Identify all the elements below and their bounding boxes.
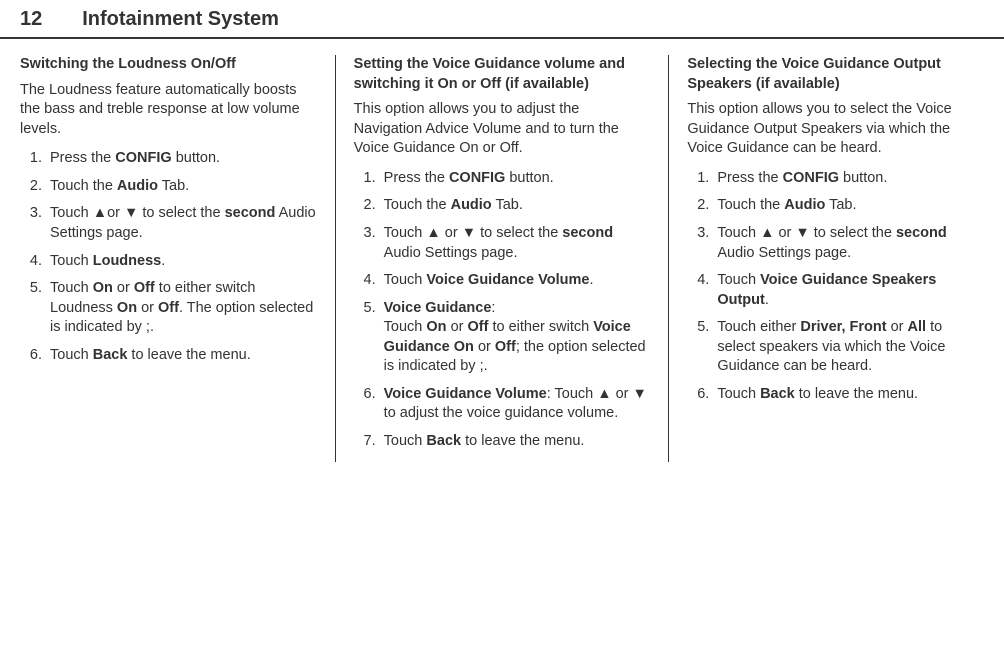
col1-step4: Touch Loudness. xyxy=(46,252,317,272)
col3-steps: Press the CONFIG button. Touch the Audio… xyxy=(687,169,984,405)
col1-step6: Touch Back to leave the menu. xyxy=(46,346,317,366)
col2-step1: Press the CONFIG button. xyxy=(380,169,651,189)
page-header: 12 Infotainment System xyxy=(0,0,1004,39)
col1-steps: Press the CONFIG button. Touch the Audio… xyxy=(20,149,317,365)
col1-step1: Press the CONFIG button. xyxy=(46,149,317,169)
col3-step5: Touch either Driver, Front or All to sel… xyxy=(713,318,984,377)
content: Switching the Loudness On/Off The Loudne… xyxy=(0,39,1004,482)
col3-intro: This option allows you to select the Voi… xyxy=(687,100,984,159)
col2-step6: Voice Guidance Volume: Touch ▲ or ▼ to a… xyxy=(380,385,651,424)
col3-step4: Touch Voice Guidance Speakers Output. xyxy=(713,271,984,310)
col2-intro: This option allows you to adjust the Nav… xyxy=(354,100,651,159)
col3-step2: Touch the Audio Tab. xyxy=(713,196,984,216)
col1-step5: Touch On or Off to either switch Loudnes… xyxy=(46,279,317,338)
col2-step2: Touch the Audio Tab. xyxy=(380,196,651,216)
column-2: Setting the Voice Guidance volume and sw… xyxy=(336,55,670,462)
page-title: Infotainment System xyxy=(82,8,279,31)
col1-intro: The Loudness feature automatically boost… xyxy=(20,81,317,140)
column-1: Switching the Loudness On/Off The Loudne… xyxy=(20,55,336,462)
col1-step2: Touch the Audio Tab. xyxy=(46,177,317,197)
col1-step3: Touch ▲or ▼ to select the second Audio S… xyxy=(46,204,317,243)
col3-step3: Touch ▲ or ▼ to select the second Audio … xyxy=(713,224,984,263)
col2-step4: Touch Voice Guidance Volume. xyxy=(380,271,651,291)
col2-steps: Press the CONFIG button. Touch the Audio… xyxy=(354,169,651,452)
page-number: 12 xyxy=(20,8,42,31)
col2-step3: Touch ▲ or ▼ to select the second Audio … xyxy=(380,224,651,263)
col3-heading: Selecting the Voice Guidance Output Spea… xyxy=(687,55,984,94)
col2-step7: Touch Back to leave the menu. xyxy=(380,432,651,452)
col3-step1: Press the CONFIG button. xyxy=(713,169,984,189)
col3-step6: Touch Back to leave the menu. xyxy=(713,385,984,405)
column-3: Selecting the Voice Guidance Output Spea… xyxy=(669,55,984,462)
col2-heading: Setting the Voice Guidance volume and sw… xyxy=(354,55,651,94)
col2-step5: Voice Guidance: Touch On or Off to eithe… xyxy=(380,299,651,377)
col1-heading: Switching the Loudness On/Off xyxy=(20,55,317,75)
